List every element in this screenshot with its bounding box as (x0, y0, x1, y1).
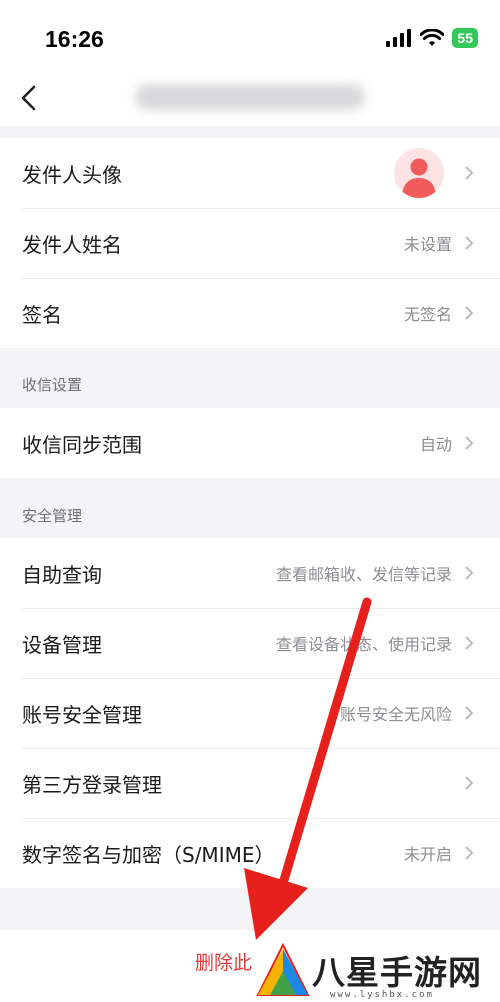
chevron-right-icon (465, 166, 474, 180)
avatar (394, 148, 444, 198)
row-label: 发件人头像 (22, 162, 122, 187)
row-value: 查看邮箱收、发信等记录 (275, 565, 452, 584)
chevron-right-icon (465, 236, 474, 250)
status-bar: 16:26 55 (0, 0, 500, 70)
row-value: 无签名 (403, 305, 452, 324)
row-device-management[interactable]: 设备管理 查看设备状态、使用记录 (0, 608, 500, 678)
chevron-right-icon (465, 566, 474, 580)
section-header-security: 安全管理 (22, 507, 83, 525)
row-sender-avatar[interactable]: 发件人头像 (0, 138, 500, 208)
wifi-icon (420, 29, 445, 46)
row-account-security[interactable]: 账号安全管理 账号安全无风险 (0, 678, 500, 748)
battery-icon: 55 (452, 28, 478, 48)
row-value: 自动 (419, 435, 452, 454)
row-label: 自助查询 (22, 562, 102, 587)
chevron-right-icon (465, 306, 474, 320)
row-value: 查看设备状态、使用记录 (275, 635, 452, 654)
row-label: 第三方登录管理 (22, 772, 162, 797)
row-sender-name[interactable]: 发件人姓名 未设置 (0, 208, 500, 278)
row-self-query[interactable]: 自助查询 查看邮箱收、发信等记录 (0, 538, 500, 608)
back-icon[interactable] (18, 84, 42, 112)
sender-settings-group: 发件人头像 发件人姓名 未设置 签名 无签名 (0, 138, 500, 348)
watermark: 八星手游网 www.lyshbx.com (254, 938, 500, 1002)
delete-account-button[interactable]: 删除此 (195, 948, 252, 975)
status-time: 16:26 (45, 26, 104, 52)
row-value: 账号安全无风险 (339, 705, 452, 724)
row-smime[interactable]: 数字签名与加密（S/MIME） 未开启 (0, 818, 500, 888)
watermark-logo-icon (256, 942, 310, 996)
row-label: 数字签名与加密（S/MIME） (22, 842, 275, 867)
row-label: 签名 (22, 302, 62, 327)
chevron-right-icon (465, 636, 474, 650)
user-avatar-icon (402, 158, 436, 198)
watermark-text: 八星手游网 (312, 953, 482, 992)
signal-icon (386, 29, 412, 47)
row-label: 账号安全管理 (22, 702, 142, 727)
row-label: 发件人姓名 (22, 232, 122, 257)
chevron-right-icon (465, 436, 474, 450)
status-icons: 55 (386, 28, 478, 48)
row-sync-range[interactable]: 收信同步范围 自动 (0, 408, 500, 478)
row-third-party-login[interactable]: 第三方登录管理 (0, 748, 500, 818)
nav-bar (0, 70, 500, 126)
receive-settings-group: 收信同步范围 自动 (0, 408, 500, 478)
row-label: 收信同步范围 (22, 432, 142, 457)
watermark-url: www.lyshbx.com (330, 990, 434, 1000)
row-signature[interactable]: 签名 无签名 (0, 278, 500, 348)
chevron-right-icon (465, 706, 474, 720)
security-settings-group: 自助查询 查看邮箱收、发信等记录 设备管理 查看设备状态、使用记录 账号安全管理… (0, 538, 500, 888)
row-label: 设备管理 (22, 632, 102, 657)
section-header-receive: 收信设置 (22, 376, 83, 394)
row-value: 未开启 (403, 845, 452, 864)
chevron-right-icon (465, 846, 474, 860)
row-value: 未设置 (403, 235, 452, 254)
chevron-right-icon (465, 776, 474, 790)
nav-title-blurred (135, 84, 365, 110)
